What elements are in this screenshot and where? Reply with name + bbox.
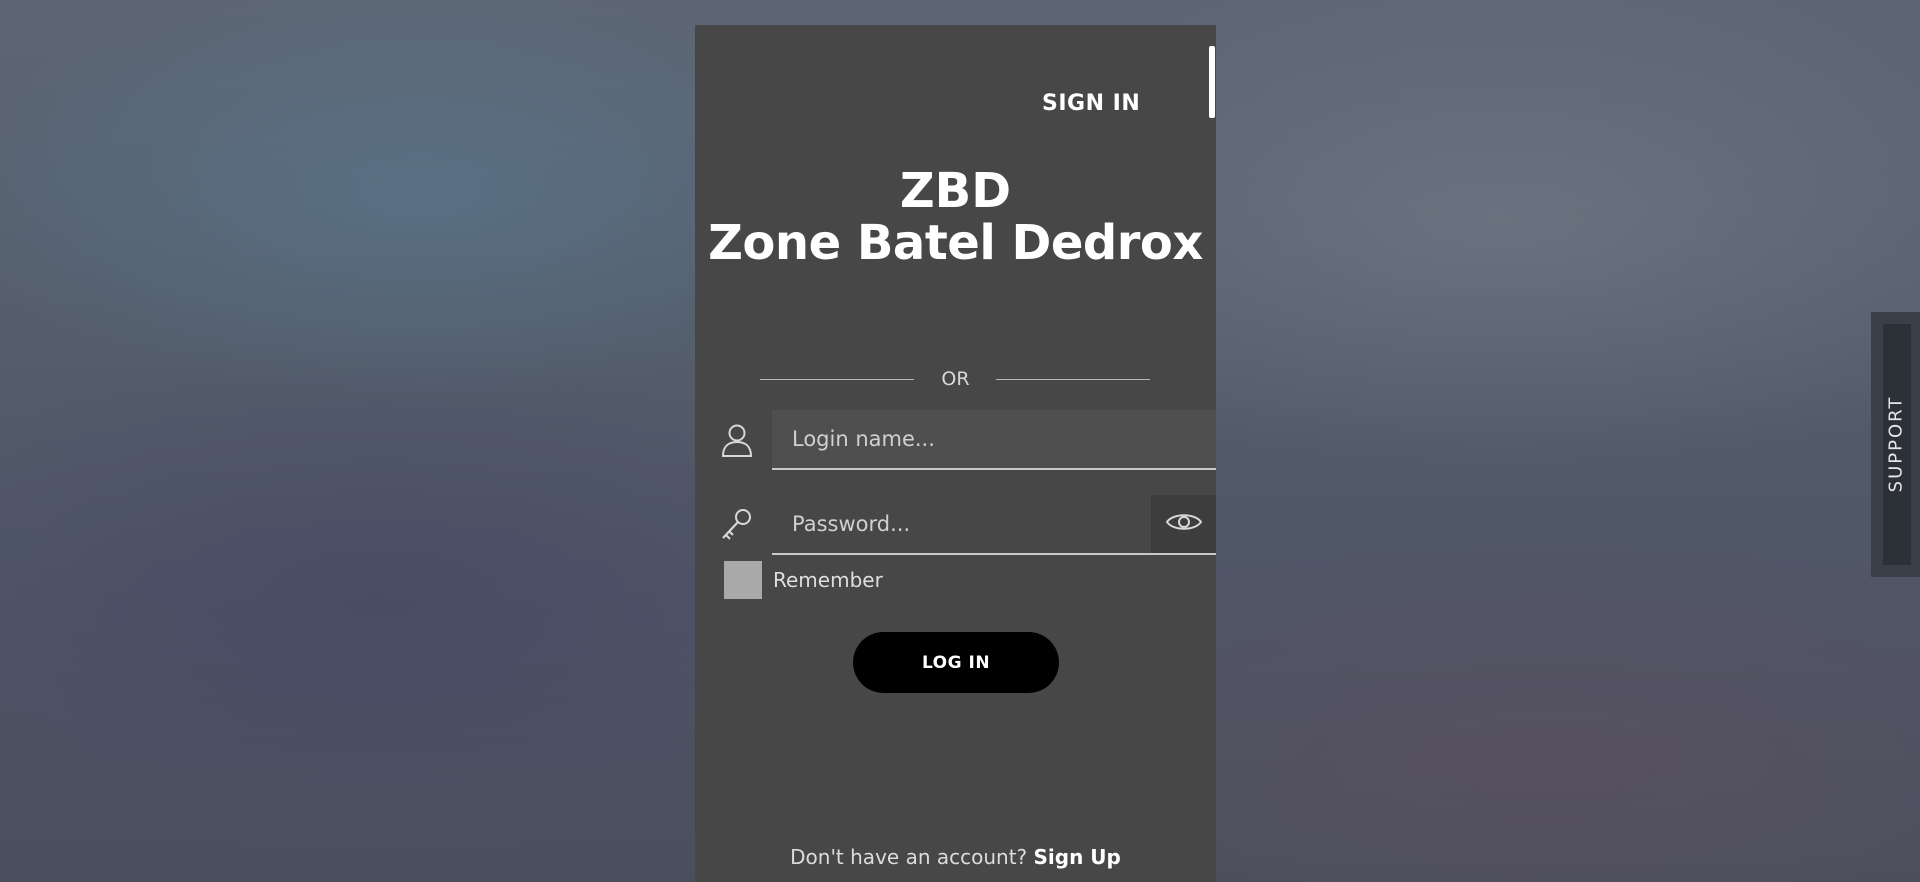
login-button[interactable]: LOG IN [853,632,1059,693]
password-field[interactable] [772,495,1152,555]
divider-line-right [996,379,1150,380]
remember-label: Remember [773,568,883,592]
brand-full-name: Zone Batel Dedrox [708,215,1203,271]
remember-checkbox[interactable] [724,561,762,599]
login-name-input[interactable] [772,410,1216,468]
support-label: SUPPORT [1885,395,1907,493]
support-tab[interactable]: SUPPORT [1871,312,1920,577]
tab-sign-in[interactable]: SIGN IN [1042,91,1140,116]
brand-short-name: ZBD [899,163,1012,219]
signup-link[interactable]: Sign Up [1034,845,1121,869]
eye-icon [1165,510,1203,538]
key-icon [717,505,757,545]
login-name-field[interactable] [772,410,1216,470]
brand-title: ZBD Zone Batel Dedrox [695,165,1216,269]
user-icon [717,420,757,460]
signup-prompt: Don't have an account? [790,845,1028,869]
signup-row: Don't have an account? Sign Up [695,845,1216,869]
active-tab-indicator [1209,46,1215,118]
show-password-button[interactable] [1151,495,1216,555]
login-panel: SIGN IN ZBD Zone Batel Dedrox OR Login n… [695,25,1216,882]
password-input[interactable] [772,495,1152,553]
